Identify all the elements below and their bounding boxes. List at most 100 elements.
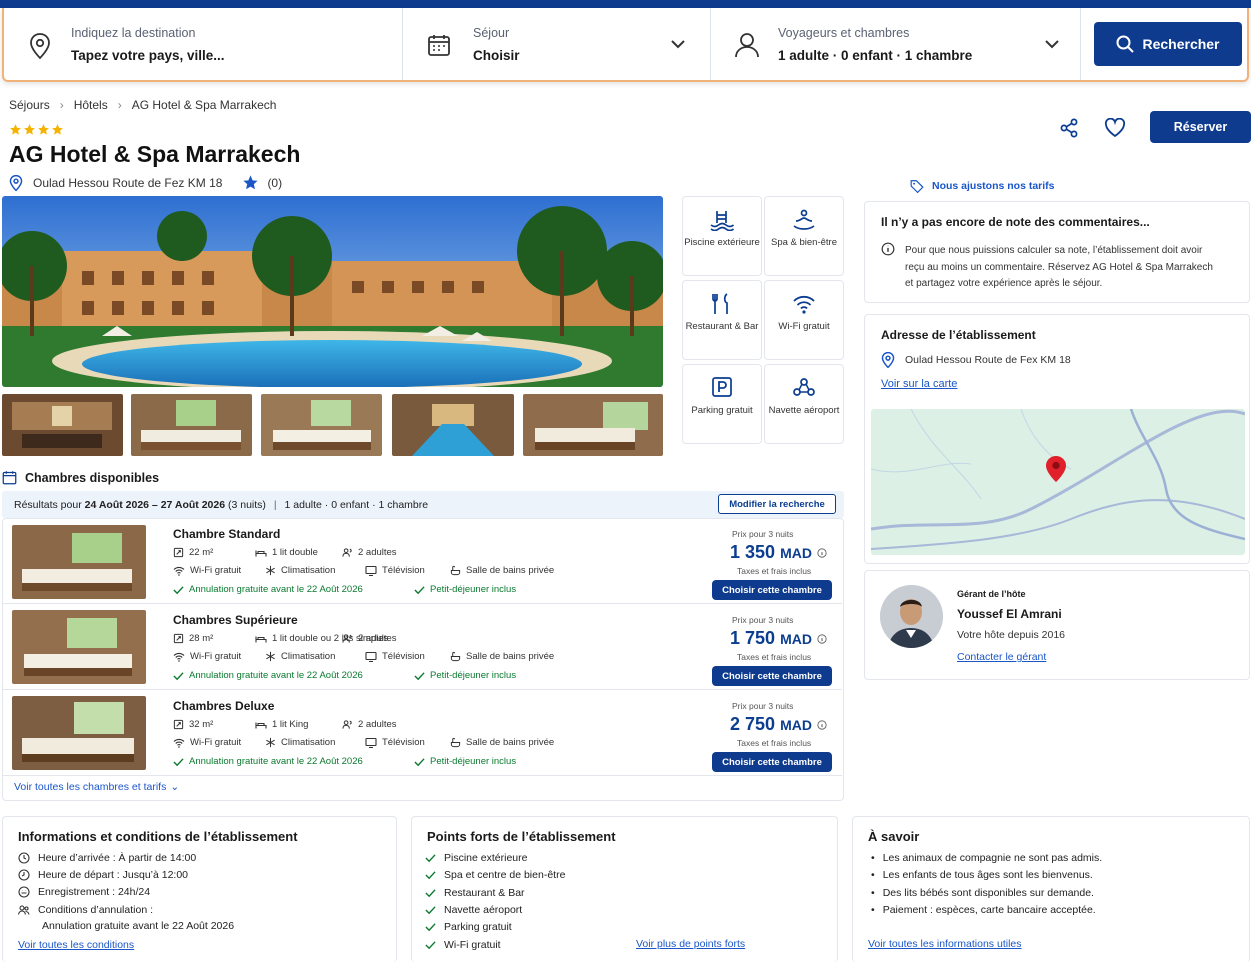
- users-icon: [18, 905, 30, 915]
- bullet: •: [871, 886, 875, 899]
- all-conditions-link[interactable]: Voir toutes les conditions: [18, 939, 134, 951]
- hotel-address: Oulad Hessou Route de Fez KM 18: [33, 175, 223, 190]
- check-icon: [414, 585, 425, 595]
- tax-note: Taxes et frais inclus: [737, 566, 812, 576]
- room-price: 1 350 MAD: [730, 542, 827, 563]
- location-pin-icon: [30, 33, 50, 59]
- host-label: Gérant de l’hôte: [957, 589, 1026, 599]
- modify-search-button[interactable]: Modifier la recherche: [718, 494, 836, 514]
- room-feature: Salle de bains privée: [450, 565, 554, 576]
- star-icon: [243, 175, 259, 190]
- bed-icon: [255, 719, 267, 730]
- amenity-parking: Parking gratuit: [682, 364, 762, 444]
- reserve-button[interactable]: Réserver: [1150, 111, 1251, 143]
- results-guests: 1 adulte · 0 enfant · 1 chambre: [284, 499, 429, 511]
- see-all-rooms-link[interactable]: Voir toutes les chambres et tarifs ⌄: [14, 781, 179, 793]
- snowflake-icon: [265, 737, 276, 748]
- chevron-down-icon[interactable]: [671, 40, 685, 49]
- room-feature-text: Petit-déjeuner inclus: [430, 756, 517, 767]
- stay-field[interactable]: Séjour Choisir: [403, 8, 711, 80]
- guests-field[interactable]: Voyageurs et chambres 1 adulte · 0 enfan…: [711, 8, 1081, 80]
- price-label: Prix pour 3 nuits: [732, 529, 794, 539]
- reviews-text-line: reçu au moins un commentaire. Réservez A…: [905, 261, 1213, 273]
- room-feature: 2 adultes: [342, 633, 397, 644]
- highlight-text: Piscine extérieure: [444, 852, 528, 864]
- room-price: 2 750 MAD: [730, 714, 827, 735]
- address-text: Oulad Hessou Route de Fex KM 18: [905, 354, 1071, 366]
- map-pin-icon[interactable]: [1045, 455, 1067, 483]
- stay-value[interactable]: Choisir: [473, 48, 520, 63]
- choose-room-button[interactable]: Choisir cette chambre: [712, 580, 832, 600]
- room-feature-text: Annulation gratuite avant le 22 Août 202…: [189, 670, 363, 681]
- host-card: Gérant de l’hôte Youssef El Amrani Votre…: [864, 570, 1250, 680]
- check-icon: [425, 853, 436, 863]
- contact-host-link[interactable]: Contacter le gérant: [957, 651, 1046, 663]
- results-nights: (3 nuits): [228, 499, 266, 511]
- more-highlights-link[interactable]: Voir plus de points forts: [636, 938, 745, 950]
- thumbnail-photo[interactable]: [523, 394, 663, 456]
- room-name: Chambres Supérieure: [173, 613, 298, 627]
- host-avatar: [880, 585, 943, 648]
- room-feature-text: 28 m²: [189, 633, 214, 644]
- info-icon[interactable]: [817, 628, 827, 648]
- star-icon: [38, 124, 49, 135]
- share-icon[interactable]: [1059, 118, 1079, 138]
- lobby-image: [2, 394, 123, 456]
- info-icon[interactable]: [817, 542, 827, 562]
- amenity-label: Spa & bien-être: [770, 237, 837, 248]
- amenity-wifi: Wi-Fi gratuit: [764, 280, 844, 360]
- breadcrumb-item[interactable]: Séjours: [9, 98, 50, 112]
- destination-input[interactable]: Tapez votre pays, ville...: [71, 48, 225, 63]
- highlight-item: Wi-Fi gratuit: [425, 939, 501, 951]
- thumbnail-photo[interactable]: [392, 394, 514, 456]
- pool-icon: [710, 211, 734, 231]
- heart-icon[interactable]: [1104, 118, 1126, 138]
- check-icon: [425, 888, 436, 898]
- room-feature: 1 lit double: [255, 547, 318, 558]
- restaurant-icon: [712, 293, 728, 314]
- choose-room-button[interactable]: Choisir cette chambre: [712, 752, 832, 772]
- snowflake-icon: [265, 651, 276, 662]
- guests-label: Voyageurs et chambres: [778, 26, 910, 40]
- all-info-link[interactable]: Voir toutes les informations utiles: [868, 938, 1022, 950]
- guests-value[interactable]: 1 adulte · 0 enfant · 1 chambre: [778, 48, 972, 63]
- reception-text: Enregistrement : 24h/24: [38, 886, 151, 898]
- thumbnail-photo[interactable]: [131, 394, 252, 456]
- room-feature: Annulation gratuite avant le 22 Août 202…: [173, 756, 363, 767]
- info-icon[interactable]: [817, 714, 827, 734]
- thumbnail-photo[interactable]: [261, 394, 382, 456]
- room-feature-text: Petit-déjeuner inclus: [430, 670, 517, 681]
- bed-icon: [255, 547, 267, 558]
- price-amount: 1 350: [730, 542, 776, 562]
- reviews-card: Il n’y a pas encore de note des commenta…: [864, 201, 1250, 303]
- tag-icon: [910, 180, 924, 193]
- thumbnail-photo[interactable]: [2, 394, 123, 456]
- info-text: Les enfants de tous âges sont les bienve…: [882, 869, 1093, 882]
- map-link[interactable]: Voir sur la carte: [881, 378, 957, 390]
- bath-icon: [450, 565, 461, 576]
- room-name: Chambre Standard: [173, 527, 281, 541]
- highlights-title: Points forts de l’établissement: [427, 829, 616, 844]
- results-bar: Résultats pour 24 Août 2026 – 27 Août 20…: [2, 491, 844, 518]
- price-adjust-link[interactable]: Nous ajustons nos tarifs: [910, 179, 1055, 193]
- results-summary: Résultats pour 24 Août 2026 – 27 Août 20…: [14, 499, 428, 511]
- reviews-text-line: et partagez votre expérience après le sé…: [905, 278, 1103, 289]
- choose-room-button[interactable]: Choisir cette chambre: [712, 666, 832, 686]
- wifi-icon: [173, 652, 185, 662]
- room-feature: Climatisation: [265, 737, 335, 748]
- breadcrumb-item[interactable]: Hôtels: [74, 98, 108, 112]
- price-currency: MAD: [780, 717, 812, 733]
- chevron-down-icon[interactable]: [1045, 40, 1059, 49]
- indoor-pool-image: [392, 394, 514, 456]
- destination-field[interactable]: Indiquez la destination Tapez votre pays…: [4, 8, 403, 80]
- conditions-title: Informations et conditions de l’établiss…: [18, 829, 298, 844]
- check-icon: [425, 922, 436, 932]
- reviews-text: Pour que nous puissions calculer sa note…: [905, 243, 1245, 293]
- map-view[interactable]: [871, 409, 1245, 555]
- main-hotel-photo[interactable]: [2, 196, 663, 387]
- search-button[interactable]: Rechercher: [1094, 22, 1242, 66]
- hotel-stars: [9, 123, 64, 136]
- search-button-label: Rechercher: [1142, 36, 1220, 52]
- check-icon: [425, 940, 436, 950]
- good-to-know-title: À savoir: [868, 829, 920, 844]
